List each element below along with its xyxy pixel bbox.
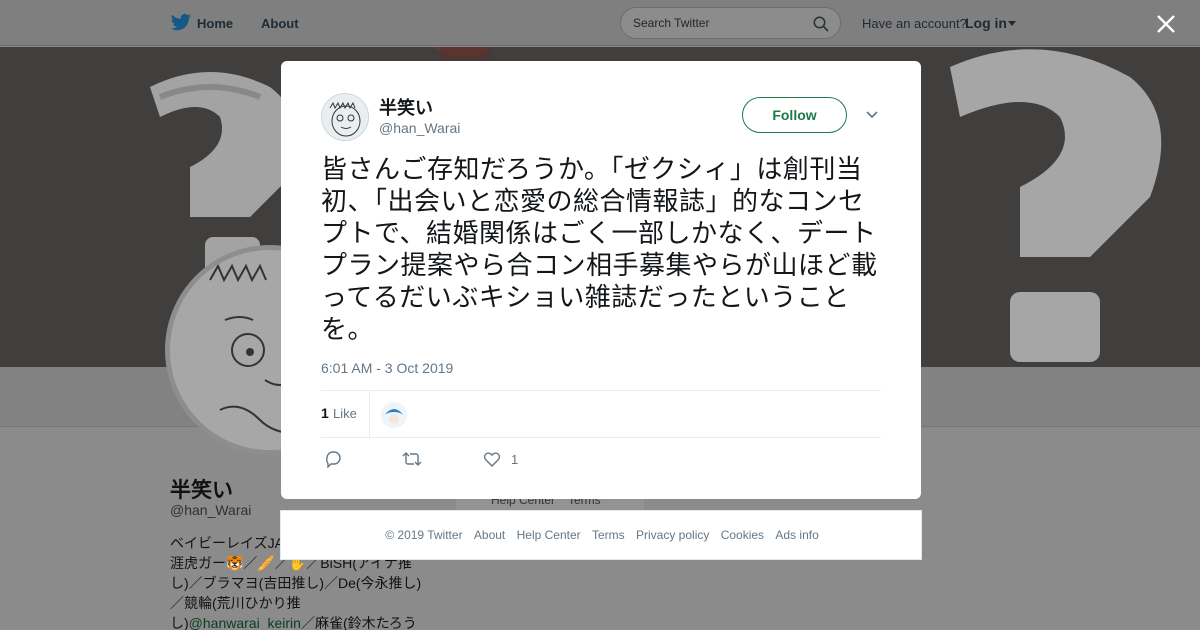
divider: [321, 437, 881, 438]
footer-cookies-link[interactable]: Cookies: [721, 528, 764, 542]
bio-line: ／麻雀(鈴木たろう: [300, 615, 417, 630]
login-link[interactable]: Log in: [965, 15, 1007, 31]
footer-copyright: © 2019 Twitter: [385, 528, 463, 542]
tweet-modal: 半笑い @han_Warai Follow 皆さんご存知だろうか。「ゼクシィ」は…: [281, 61, 921, 499]
likes-count[interactable]: 1: [321, 405, 329, 421]
avatar-drawing: [322, 94, 368, 140]
heart-icon[interactable]: [483, 450, 501, 468]
avatar-drawing: [381, 402, 407, 428]
footer-links: © 2019 Twitter About Help Center Terms P…: [281, 528, 923, 542]
bio-line: し): [170, 615, 189, 630]
modal-footer: © 2019 Twitter About Help Center Terms P…: [280, 510, 922, 560]
footer-terms-link[interactable]: Terms: [592, 528, 625, 542]
bio-line: ／競輪(荒川ひかり推: [170, 595, 301, 611]
likes-label[interactable]: Like: [333, 406, 357, 421]
tweet-author-name[interactable]: 半笑い: [379, 94, 433, 120]
follow-button[interactable]: Follow: [742, 97, 847, 133]
divider: [321, 390, 881, 391]
chevron-down-icon[interactable]: [865, 109, 879, 121]
profile-name: 半笑い: [170, 479, 233, 502]
profile-handle: @han_Warai: [170, 502, 252, 518]
footer-about-link[interactable]: About: [474, 528, 505, 542]
twitter-bird-icon[interactable]: [170, 13, 192, 33]
divider: [369, 391, 370, 437]
caret-down-icon[interactable]: [1008, 21, 1016, 26]
tweet-timestamp[interactable]: 6:01 AM - 3 Oct 2019: [321, 360, 453, 376]
tweet-author-avatar[interactable]: [321, 93, 369, 141]
retweet-icon[interactable]: [402, 450, 422, 468]
search-input[interactable]: [633, 15, 803, 31]
reply-icon[interactable]: [324, 450, 342, 468]
bio-mention-link[interactable]: @hanwarai_keirin: [189, 615, 301, 630]
close-icon[interactable]: [1155, 13, 1177, 35]
search-icon[interactable]: [813, 16, 829, 32]
nav-about-link[interactable]: About: [261, 16, 299, 31]
liker-avatar[interactable]: [381, 402, 407, 428]
tweet-author-handle[interactable]: @han_Warai: [379, 120, 460, 136]
top-navigation-bar: Home About Have an account? Log in: [0, 0, 1200, 46]
tweet-text: 皆さんご存知だろうか。「ゼクシィ」は創刊当初、「出会いと恋愛の総合情報誌」的なコ…: [321, 155, 878, 345]
have-account-text: Have an account?: [862, 16, 967, 31]
footer-ads-info-link[interactable]: Ads info: [775, 528, 818, 542]
footer-help-center-link[interactable]: Help Center: [517, 528, 581, 542]
footer-privacy-link[interactable]: Privacy policy: [636, 528, 709, 542]
search-box: [620, 7, 841, 39]
bio-line: し)／ブラマヨ(吉田推し)／De(今永推し): [170, 575, 422, 591]
bio-line: ベイビーレイズJA: [170, 535, 284, 551]
nav-home-link[interactable]: Home: [197, 16, 233, 31]
like-action-count: 1: [511, 452, 519, 467]
